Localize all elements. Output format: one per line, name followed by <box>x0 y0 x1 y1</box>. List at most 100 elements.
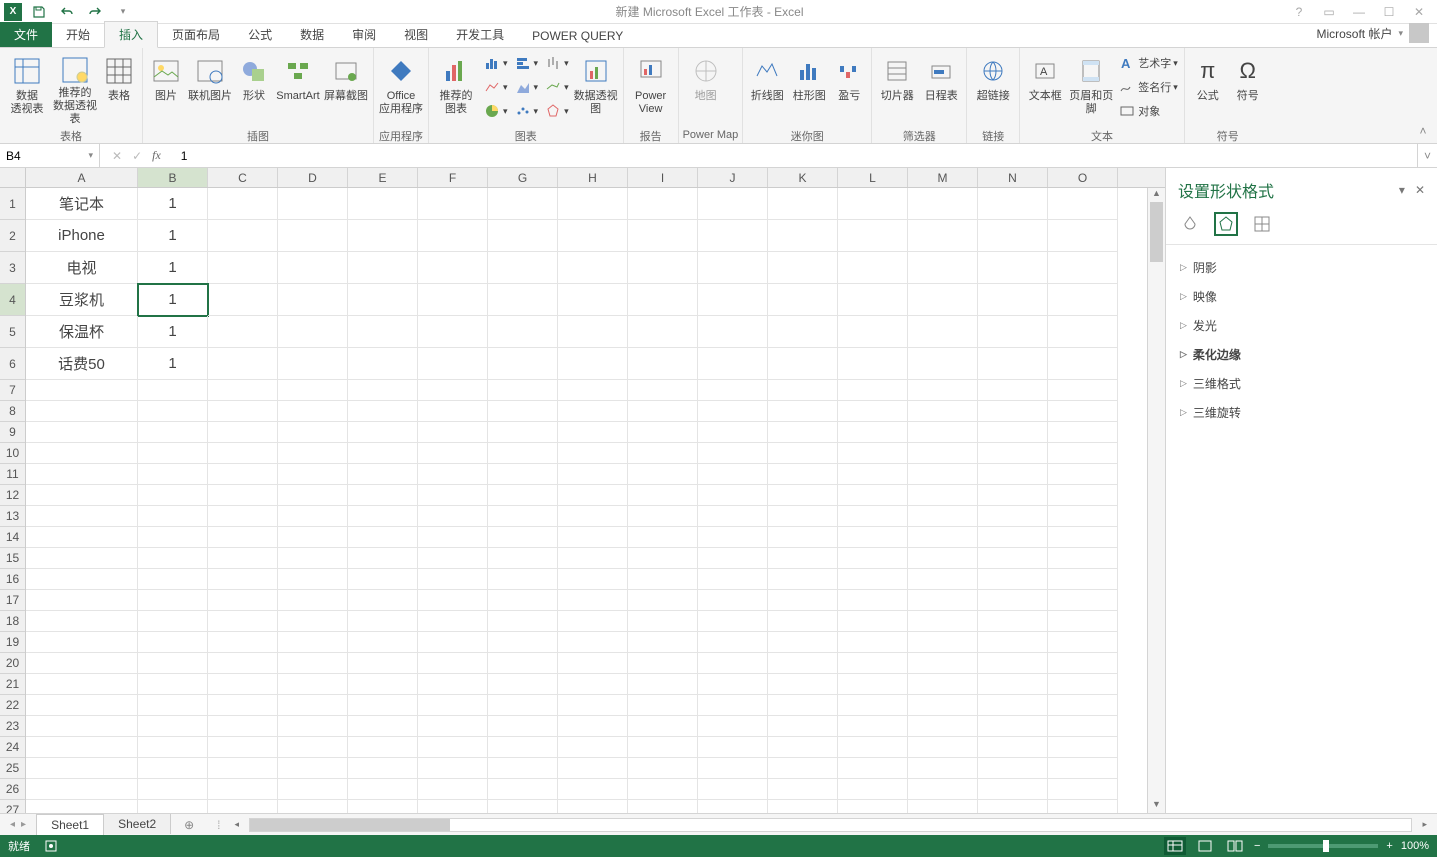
cell-L4[interactable] <box>838 284 908 316</box>
hscroll-right-icon[interactable]: ▸ <box>1418 819 1431 830</box>
cell-M22[interactable] <box>908 695 978 716</box>
cell-B9[interactable] <box>138 422 208 443</box>
cell-J21[interactable] <box>698 674 768 695</box>
screenshot-button[interactable]: 屏幕截图 <box>323 50 369 126</box>
cell-E6[interactable] <box>348 348 418 380</box>
cell-H8[interactable] <box>558 401 628 422</box>
cell-O13[interactable] <box>1048 506 1118 527</box>
cell-E5[interactable] <box>348 316 418 348</box>
cell-J7[interactable] <box>698 380 768 401</box>
cell-H20[interactable] <box>558 653 628 674</box>
cell-F5[interactable] <box>418 316 488 348</box>
cell-L24[interactable] <box>838 737 908 758</box>
cell-D5[interactable] <box>278 316 348 348</box>
effects-tab-icon[interactable] <box>1214 212 1238 236</box>
cell-L6[interactable] <box>838 348 908 380</box>
cell-K26[interactable] <box>768 779 838 800</box>
cell-F24[interactable] <box>418 737 488 758</box>
cell-N12[interactable] <box>978 485 1048 506</box>
cell-O15[interactable] <box>1048 548 1118 569</box>
row-header-27[interactable]: 27 <box>0 800 25 813</box>
row-header-7[interactable]: 7 <box>0 380 25 401</box>
cell-C11[interactable] <box>208 464 278 485</box>
cell-L21[interactable] <box>838 674 908 695</box>
row-header-23[interactable]: 23 <box>0 716 25 737</box>
cell-C15[interactable] <box>208 548 278 569</box>
cell-E20[interactable] <box>348 653 418 674</box>
cell-I25[interactable] <box>628 758 698 779</box>
object-button[interactable]: 对象 <box>1116 100 1180 122</box>
row-header-1[interactable]: 1 <box>0 188 25 220</box>
zoom-level[interactable]: 100% <box>1401 840 1429 852</box>
cell-N1[interactable] <box>978 188 1048 220</box>
cell-D13[interactable] <box>278 506 348 527</box>
ribbon-display-icon[interactable]: ▭ <box>1319 5 1339 19</box>
cell-G4[interactable] <box>488 284 558 316</box>
cell-D12[interactable] <box>278 485 348 506</box>
normal-view-button[interactable] <box>1164 837 1186 855</box>
cell-B10[interactable] <box>138 443 208 464</box>
cell-M2[interactable] <box>908 220 978 252</box>
cell-M18[interactable] <box>908 611 978 632</box>
cell-F15[interactable] <box>418 548 488 569</box>
cell-A14[interactable] <box>26 527 138 548</box>
cell-N17[interactable] <box>978 590 1048 611</box>
cell-H7[interactable] <box>558 380 628 401</box>
cell-G9[interactable] <box>488 422 558 443</box>
cell-D21[interactable] <box>278 674 348 695</box>
cell-N18[interactable] <box>978 611 1048 632</box>
cell-C5[interactable] <box>208 316 278 348</box>
cell-O3[interactable] <box>1048 252 1118 284</box>
cell-B20[interactable] <box>138 653 208 674</box>
col-header-B[interactable]: B <box>138 168 208 187</box>
pane-menu-icon[interactable]: ▾ <box>1399 183 1405 197</box>
cell-N25[interactable] <box>978 758 1048 779</box>
cell-D23[interactable] <box>278 716 348 737</box>
cell-A6[interactable]: 话费50 <box>26 348 138 380</box>
col-header-K[interactable]: K <box>768 168 838 187</box>
cell-O27[interactable] <box>1048 800 1118 813</box>
scroll-up-icon[interactable]: ▲ <box>1148 188 1165 202</box>
cell-F10[interactable] <box>418 443 488 464</box>
cell-F19[interactable] <box>418 632 488 653</box>
cell-E8[interactable] <box>348 401 418 422</box>
cell-A9[interactable] <box>26 422 138 443</box>
cell-E4[interactable] <box>348 284 418 316</box>
bar-chart-button[interactable]: ▾ <box>512 52 541 74</box>
cell-F7[interactable] <box>418 380 488 401</box>
cell-J10[interactable] <box>698 443 768 464</box>
cell-L9[interactable] <box>838 422 908 443</box>
cell-H22[interactable] <box>558 695 628 716</box>
cell-L18[interactable] <box>838 611 908 632</box>
area-chart-button[interactable]: ▾ <box>512 76 541 98</box>
cell-M4[interactable] <box>908 284 978 316</box>
tab-formulas[interactable]: 公式 <box>234 22 286 47</box>
cell-I14[interactable] <box>628 527 698 548</box>
cell-G8[interactable] <box>488 401 558 422</box>
cell-O14[interactable] <box>1048 527 1118 548</box>
cell-F4[interactable] <box>418 284 488 316</box>
cell-J16[interactable] <box>698 569 768 590</box>
cell-D11[interactable] <box>278 464 348 485</box>
cell-N10[interactable] <box>978 443 1048 464</box>
pane-section[interactable]: ▷柔化边缘 <box>1172 340 1431 369</box>
cell-E27[interactable] <box>348 800 418 813</box>
cell-I13[interactable] <box>628 506 698 527</box>
col-header-A[interactable]: A <box>26 168 138 187</box>
cell-O12[interactable] <box>1048 485 1118 506</box>
cell-C13[interactable] <box>208 506 278 527</box>
cell-M14[interactable] <box>908 527 978 548</box>
cell-D9[interactable] <box>278 422 348 443</box>
undo-button[interactable] <box>56 1 78 23</box>
cells-grid[interactable]: 笔记本1iPhone1电视1豆浆机1保温杯1话费501 <box>26 188 1147 813</box>
col-header-E[interactable]: E <box>348 168 418 187</box>
shapes-button[interactable]: 形状 <box>235 50 273 126</box>
cell-K23[interactable] <box>768 716 838 737</box>
row-header-3[interactable]: 3 <box>0 252 25 284</box>
cell-M20[interactable] <box>908 653 978 674</box>
cell-D4[interactable] <box>278 284 348 316</box>
cell-J5[interactable] <box>698 316 768 348</box>
cell-G18[interactable] <box>488 611 558 632</box>
cell-I23[interactable] <box>628 716 698 737</box>
cell-E12[interactable] <box>348 485 418 506</box>
